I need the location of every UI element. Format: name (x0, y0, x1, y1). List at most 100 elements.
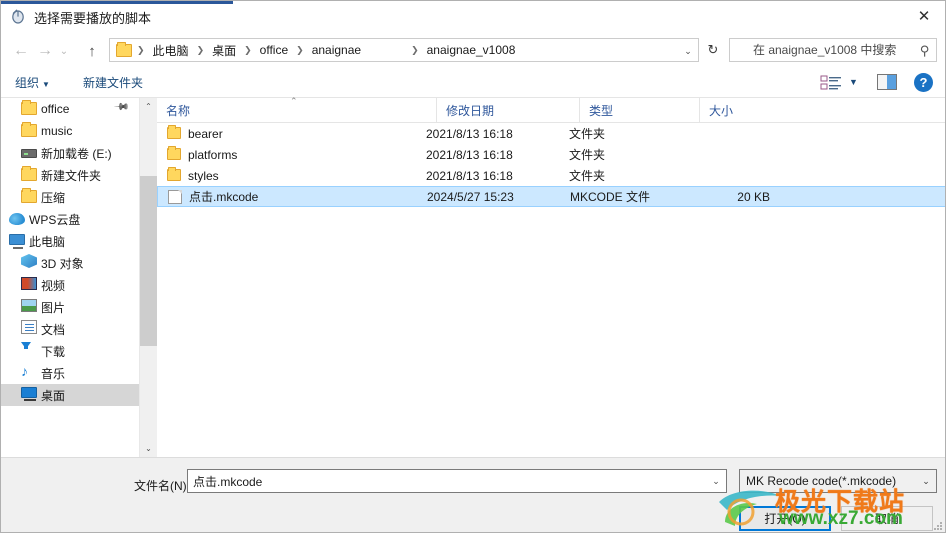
filename-combobox[interactable]: ⌄ (187, 469, 727, 493)
navigation-pane[interactable]: office 📌 music 新加载卷 (E:) 新建文件夹压缩 WPS云盘此电脑 3D 对… (1, 98, 139, 457)
recent-locations-icon[interactable]: ⌄ (56, 40, 72, 62)
breadcrumb-separator: ❯ (244, 44, 252, 55)
sidebar-item-2[interactable]: 新加载卷 (E:) (1, 142, 139, 164)
chevron-down-icon[interactable]: ⌄ (916, 476, 936, 487)
sidebar-item-4[interactable]: 压缩 (1, 186, 139, 208)
sidebar-item-13[interactable]: 桌面 (1, 384, 139, 406)
breadcrumb-item-3[interactable]: anaignae (307, 41, 366, 59)
sidebar-scrollbar[interactable]: ⌃ ⌄ (139, 98, 157, 457)
sidebar-item-label: 文档 (41, 322, 66, 337)
column-header-date[interactable]: 修改日期 (436, 98, 579, 123)
title-accent-bar (1, 1, 233, 4)
sidebar-item-1[interactable]: music (1, 120, 139, 142)
view-mode-chevron-icon[interactable]: ▼ (849, 77, 858, 87)
view-mode-icon[interactable] (819, 73, 845, 93)
3d-object-icon (21, 254, 37, 268)
cell-name: styles (188, 168, 219, 183)
document-icon (21, 320, 37, 334)
column-header-type[interactable]: 类型 (579, 98, 699, 123)
scroll-down-icon[interactable]: ⌄ (140, 440, 157, 457)
cancel-button[interactable]: 取消 (841, 506, 933, 531)
search-input[interactable] (730, 43, 936, 57)
column-header-name-label: 名称 (166, 104, 191, 118)
sidebar-item-label: 压缩 (41, 190, 66, 205)
cloud-icon (9, 213, 25, 225)
video-icon (21, 277, 37, 290)
table-row[interactable]: styles 2021/8/13 16:18 文件夹 (157, 165, 945, 186)
sort-ascending-icon: ⌃ (290, 96, 298, 106)
new-folder-button[interactable]: 新建文件夹 (83, 74, 143, 91)
breadcrumb-separator: ❯ (196, 44, 205, 55)
sidebar-item-11[interactable]: 下载 (1, 340, 139, 362)
filename-label: 文件名(N): (134, 479, 190, 493)
sidebar-item-9[interactable]: 图片 (1, 296, 139, 318)
file-type-dropdown[interactable]: MK Recode code(*.mkcode) ⌄ (739, 469, 937, 493)
breadcrumb-item-2[interactable]: office (255, 41, 293, 59)
column-header-size[interactable]: 大小 (699, 98, 777, 123)
sidebar-item-label: 下载 (41, 344, 66, 359)
sidebar-item-8[interactable]: 视频 (1, 274, 139, 296)
pin-icon[interactable]: 📌 (112, 99, 129, 116)
sidebar-item-7[interactable]: 3D 对象 (1, 252, 139, 274)
cell-date: 2024/5/27 15:23 (427, 189, 514, 204)
sidebar-item-label: 新加载卷 (E:) (41, 146, 112, 161)
folder-icon (21, 166, 37, 181)
help-icon[interactable]: ? (914, 73, 933, 92)
table-row[interactable]: bearer 2021/8/13 16:18 文件夹 (157, 123, 945, 144)
file-rows: bearer 2021/8/13 16:18 文件夹 platforms 2021/8/… (157, 123, 945, 207)
sidebar-item-5[interactable]: WPS云盘 (1, 208, 139, 230)
scroll-up-icon[interactable]: ⌃ (140, 98, 157, 115)
sidebar-item-label: WPS云盘 (29, 212, 81, 227)
filename-input[interactable] (188, 474, 706, 488)
open-button[interactable]: 打开(O) (739, 506, 831, 531)
cell-type: 文件夹 (569, 148, 606, 162)
folder-icon (21, 188, 37, 203)
breadcrumb-item-1[interactable]: 桌面 (207, 40, 241, 61)
scrollbar-thumb[interactable] (140, 176, 157, 346)
close-icon[interactable]: ✕ (901, 1, 945, 31)
chevron-down-icon[interactable]: ⌄ (679, 40, 697, 61)
picture-icon (21, 299, 37, 312)
refresh-icon[interactable]: ↻ (701, 38, 725, 62)
table-row[interactable]: 点击.mkcode 2024/5/27 15:23 MKCODE 文件 20 KB (157, 186, 945, 207)
breadcrumb[interactable]: ❯ 此电脑 ❯ 桌面 ❯ office ❯ anaignae ❯ anaigna… (109, 38, 699, 62)
back-icon[interactable]: ← (10, 40, 32, 62)
cell-name: platforms (188, 147, 238, 162)
sidebar-item-label: 桌面 (41, 388, 66, 403)
sidebar-item-label: music (41, 124, 73, 138)
chevron-down-icon[interactable]: ⌄ (706, 476, 726, 487)
preview-pane-icon[interactable] (877, 74, 897, 90)
window-title: 选择需要播放的脚本 (34, 11, 152, 26)
breadcrumb-item-4[interactable]: anaignae_v1008 (422, 41, 521, 59)
forward-icon[interactable]: → (34, 40, 56, 62)
sidebar-item-0[interactable]: office 📌 (1, 98, 139, 120)
sidebar-item-3[interactable]: 新建文件夹 (1, 164, 139, 186)
sidebar-item-label: 图片 (41, 300, 66, 315)
resize-grip[interactable] (933, 521, 943, 531)
breadcrumb-separator: ❯ (137, 44, 145, 55)
sidebar-item-6[interactable]: 此电脑 (1, 230, 139, 252)
organize-button[interactable]: 组织 ▼ (15, 74, 50, 91)
computer-icon (9, 234, 25, 249)
download-icon (21, 342, 31, 349)
address-bar: ← → ⌄ ↑ ❯ 此电脑 ❯ 桌面 ❯ office ❯ anaignae ❯… (1, 32, 945, 68)
chevron-down-icon: ▼ (42, 80, 50, 89)
sidebar-item-10[interactable]: 文档 (1, 318, 139, 340)
up-icon[interactable]: ↑ (81, 40, 103, 62)
sidebar-item-label: office (41, 102, 70, 116)
sidebar-item-12[interactable]: ♪ 音乐 (1, 362, 139, 384)
folder-icon (21, 122, 37, 137)
cell-date: 2021/8/13 16:18 (426, 147, 513, 162)
cell-name: bearer (188, 126, 223, 141)
search-box[interactable]: ⚲ (729, 38, 937, 62)
file-open-dialog: 选择需要播放的脚本 ✕ ← → ⌄ ↑ ❯ 此电脑 ❯ 桌面 ❯ office … (0, 0, 946, 533)
desktop-icon (21, 387, 37, 401)
search-icon[interactable]: ⚲ (920, 43, 930, 59)
sidebar-item-label: 音乐 (41, 366, 66, 381)
sidebar-item-label: 视频 (41, 278, 66, 293)
app-icon (10, 8, 27, 25)
table-row[interactable]: platforms 2021/8/13 16:18 文件夹 (157, 144, 945, 165)
breadcrumb-item-0[interactable]: 此电脑 (148, 40, 194, 61)
dialog-footer: 文件名(N): ⌄ MK Recode code(*.mkcode) ⌄ 打开(… (1, 457, 945, 532)
column-header-name[interactable]: 名称 ⌃ (157, 96, 436, 123)
